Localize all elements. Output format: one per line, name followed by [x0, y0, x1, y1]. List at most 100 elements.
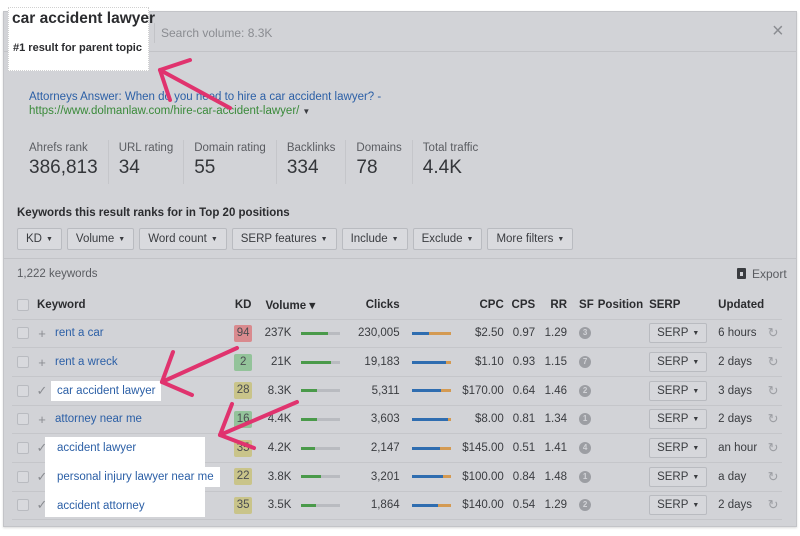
- serp-features-badge[interactable]: 2: [579, 499, 592, 512]
- col-kd[interactable]: KD: [228, 291, 258, 320]
- refresh-icon[interactable]: ↻: [768, 383, 779, 398]
- cell-position: [593, 491, 646, 521]
- keyword-link[interactable]: personal injury lawyer near me: [51, 466, 220, 487]
- serp-dropdown-button[interactable]: SERP ▼: [649, 466, 708, 487]
- filter-include[interactable]: Include ▼: [341, 228, 408, 250]
- cell-kd: 22: [228, 462, 258, 492]
- cell-volume: 3.8K: [257, 462, 352, 492]
- close-icon[interactable]: ×: [772, 20, 784, 43]
- chevron-down-icon: ▼: [692, 502, 700, 510]
- result-url-link[interactable]: https://www.dolmanlaw.com/hire-car-accid…: [29, 105, 310, 117]
- metric-label: Ahrefs rank: [29, 142, 88, 154]
- col-rr[interactable]: RR: [535, 291, 568, 320]
- cell-cps: 0.81: [503, 405, 536, 435]
- serp-dropdown-button[interactable]: SERP ▼: [649, 323, 708, 344]
- keyword-link[interactable]: rent a wreck: [55, 356, 118, 368]
- result-title-link[interactable]: Attorneys Answer: When do you need to hi…: [29, 91, 381, 103]
- refresh-icon[interactable]: ↻: [768, 325, 779, 340]
- keyword-link[interactable]: attorney near me: [55, 413, 142, 425]
- row-checkbox[interactable]: [17, 356, 29, 369]
- col-clicks-bar: [399, 291, 459, 320]
- cell-rr: 1.29: [535, 319, 568, 349]
- col-volume[interactable]: Volume ▾: [257, 291, 352, 320]
- select-all-checkbox[interactable]: [17, 298, 29, 311]
- filter-kd[interactable]: KD ▼: [17, 228, 62, 250]
- cell-clicks-bar: [399, 405, 459, 435]
- serp-dropdown-button[interactable]: SERP ▼: [649, 409, 708, 430]
- table-header-row: Keyword KD Volume ▾ Clicks CPC CPS RR SF…: [12, 291, 782, 320]
- refresh-icon[interactable]: ↻: [768, 354, 779, 369]
- serp-dropdown-button[interactable]: SERP ▼: [649, 380, 708, 401]
- row-checkbox[interactable]: [17, 442, 29, 455]
- kd-badge: 28: [234, 382, 253, 400]
- metric-label: Domains: [356, 142, 402, 154]
- result-url[interactable]: https://www.dolmanlaw.com/hire-car-accid…: [29, 105, 299, 117]
- filter-more-filters[interactable]: More filters ▼: [487, 228, 574, 250]
- col-cps[interactable]: CPS: [503, 291, 536, 320]
- col-position[interactable]: Position: [593, 291, 646, 320]
- serp-features-badge[interactable]: 7: [579, 356, 592, 369]
- col-clicks[interactable]: Clicks: [351, 291, 400, 320]
- serp-button-label: SERP: [657, 499, 689, 512]
- cell-refresh: ↻: [764, 376, 782, 406]
- cell-sf: 2: [567, 376, 594, 406]
- refresh-icon[interactable]: ↻: [768, 469, 779, 484]
- serp-features-badge[interactable]: 1: [579, 470, 592, 483]
- col-updated[interactable]: Updated: [710, 291, 765, 320]
- url-dropdown-icon[interactable]: ▼: [302, 107, 310, 116]
- cell-updated: 3 days: [710, 376, 765, 406]
- col-keyword[interactable]: Keyword: [12, 291, 229, 320]
- keyword-link[interactable]: accident lawyer: [51, 438, 143, 459]
- export-file-icon: [737, 268, 746, 279]
- add-icon[interactable]: +: [35, 355, 49, 370]
- chevron-down-icon: ▼: [692, 445, 700, 453]
- filter-word-count[interactable]: Word count ▼: [139, 228, 227, 250]
- cell-keyword: ✓ car accident lawyer: [12, 376, 229, 406]
- col-sf[interactable]: SF: [567, 291, 594, 320]
- serp-features-badge[interactable]: 4: [579, 442, 592, 455]
- filter-label: KD: [26, 233, 42, 245]
- chevron-down-icon: ▼: [45, 236, 53, 243]
- cell-kd: 2: [228, 347, 258, 377]
- filter-exclude[interactable]: Exclude ▼: [412, 228, 483, 250]
- col-cpc[interactable]: CPC: [458, 291, 504, 320]
- serp-features-badge[interactable]: 1: [579, 413, 592, 426]
- serp-features-badge[interactable]: 2: [579, 384, 592, 397]
- serp-dropdown-button[interactable]: SERP ▼: [649, 352, 708, 373]
- filter-label: SERP features: [240, 233, 317, 245]
- filter-serp-features[interactable]: SERP features ▼: [231, 228, 337, 250]
- keywords-table: Keyword KD Volume ▾ Clicks CPC CPS RR SF…: [12, 291, 782, 521]
- keyword-link[interactable]: accident attorney: [51, 495, 151, 516]
- export-button[interactable]: Export: [737, 267, 787, 281]
- add-icon[interactable]: +: [35, 326, 49, 341]
- row-checkbox[interactable]: [17, 499, 29, 512]
- row-checkbox[interactable]: [17, 470, 29, 483]
- serp-dropdown-button[interactable]: SERP ▼: [649, 438, 708, 459]
- refresh-icon[interactable]: ↻: [768, 440, 779, 455]
- row-checkbox[interactable]: [17, 413, 29, 426]
- refresh-icon[interactable]: ↻: [768, 497, 779, 512]
- metrics-row: Ahrefs rank 386,813 URL rating 34 Domain rat…: [19, 140, 488, 196]
- cell-cpc: $170.00: [458, 376, 504, 406]
- metric-label: Total traffic: [422, 142, 479, 154]
- serp-features-badge[interactable]: 3: [579, 327, 592, 340]
- volume-value: 3.5K: [267, 499, 292, 512]
- refresh-icon[interactable]: ↻: [768, 411, 779, 426]
- cell-cps: 0.51: [503, 433, 536, 463]
- keyword-link[interactable]: car accident lawyer: [51, 380, 162, 401]
- row-checkbox[interactable]: [17, 327, 29, 340]
- check-icon[interactable]: ✓: [35, 383, 49, 399]
- chevron-down-icon: ▼: [210, 236, 218, 243]
- keyword-link[interactable]: rent a car: [55, 327, 104, 339]
- filter-volume[interactable]: Volume ▼: [66, 228, 135, 250]
- volume-value: 8.3K: [267, 384, 292, 397]
- add-icon[interactable]: +: [35, 412, 49, 427]
- serp-button-label: SERP: [657, 470, 689, 483]
- chevron-down-icon: ▼: [118, 236, 126, 243]
- metric-label: Backlinks: [286, 142, 336, 154]
- serp-dropdown-button[interactable]: SERP ▼: [649, 495, 708, 516]
- cell-refresh: ↻: [764, 491, 782, 521]
- volume-bar-fill: [301, 503, 317, 507]
- row-checkbox[interactable]: [17, 384, 29, 397]
- kd-badge: 35: [234, 439, 253, 457]
